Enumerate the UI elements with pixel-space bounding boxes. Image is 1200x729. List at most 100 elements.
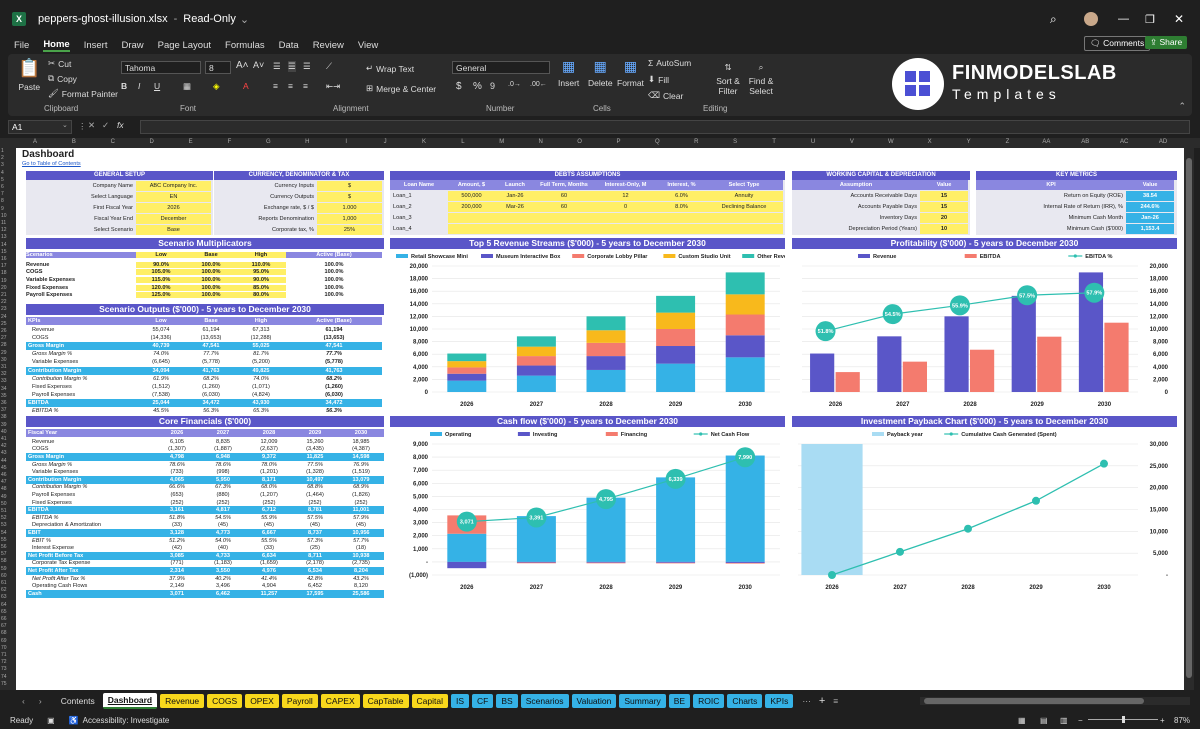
column-header[interactable]: L (444, 139, 482, 145)
column-header[interactable]: Y (950, 139, 988, 145)
column-header[interactable]: H (288, 139, 326, 145)
row-header[interactable]: 19 (1, 278, 15, 284)
column-header[interactable]: I (327, 139, 365, 145)
row-header[interactable]: 63 (1, 594, 15, 600)
minimize-icon[interactable]: — (1118, 13, 1129, 25)
row-header[interactable]: 13 (1, 234, 15, 240)
row-header[interactable]: 21 (1, 292, 15, 298)
data-cell[interactable] (658, 212, 705, 223)
fill-color-icon[interactable]: ◈ (213, 81, 220, 92)
row-header[interactable]: 68 (1, 630, 15, 636)
row-header[interactable]: 30 (1, 357, 15, 363)
font-size-select[interactable]: 8 (205, 61, 231, 74)
align-top-icon[interactable]: ☰ (273, 61, 281, 72)
column-header[interactable]: G (249, 139, 287, 145)
row-header[interactable]: 20 (1, 285, 15, 291)
data-cell[interactable] (705, 212, 783, 223)
row-header[interactable]: 48 (1, 486, 15, 492)
zoom-out-icon[interactable]: − (1078, 716, 1083, 725)
row-header[interactable]: 7 (1, 191, 15, 197)
data-cell[interactable] (705, 223, 783, 234)
merge-center-button[interactable]: ⊞ Merge & Center (366, 83, 436, 94)
sheet-list-icon[interactable]: ≡ (833, 696, 838, 706)
increase-font-icon[interactable]: A˄ (236, 60, 249, 71)
sheet-tab-scenarios[interactable]: Scenarios (520, 694, 569, 708)
row-header[interactable]: 36 (1, 400, 15, 406)
row-header[interactable]: 9 (1, 206, 15, 212)
row-header[interactable]: 42 (1, 443, 15, 449)
input-cell[interactable]: 25% (317, 224, 382, 235)
row-header[interactable]: 26 (1, 328, 15, 334)
row-header[interactable]: 37 (1, 407, 15, 413)
column-header[interactable]: AB (1066, 139, 1104, 145)
row-header[interactable]: 61 (1, 580, 15, 586)
row-header[interactable]: 4 (1, 170, 15, 176)
input-cell[interactable]: $ (317, 191, 382, 202)
sheet-tab-capex[interactable]: CAPEX (320, 694, 360, 708)
input-cell[interactable]: Base (136, 224, 211, 235)
row-header[interactable]: 24 (1, 314, 15, 320)
row-header[interactable]: 73 (1, 666, 15, 672)
zoom-slider[interactable] (1088, 716, 1158, 723)
accessibility-icon[interactable]: ♿ (69, 716, 79, 725)
data-cell[interactable] (495, 212, 535, 223)
row-header[interactable]: 58 (1, 558, 15, 564)
zoom-in-icon[interactable]: + (1160, 716, 1165, 725)
column-header[interactable]: T (755, 139, 793, 145)
more-tabs-icon[interactable]: ⋯ (802, 696, 811, 707)
sheet-tab-bs[interactable]: BS (496, 694, 518, 708)
menu-file[interactable]: File (14, 40, 29, 51)
row-header[interactable]: 57 (1, 551, 15, 557)
data-cell[interactable]: 60 (535, 201, 593, 212)
row-header[interactable]: 35 (1, 393, 15, 399)
row-header[interactable]: 27 (1, 335, 15, 341)
row-header[interactable]: 69 (1, 638, 15, 644)
row-header[interactable]: 54 (1, 530, 15, 536)
scroll-thumb[interactable] (1186, 158, 1192, 678)
row-header[interactable]: 8 (1, 198, 15, 204)
next-sheet-icon[interactable]: › (39, 696, 42, 706)
data-cell[interactable]: Declining Balance (705, 201, 783, 212)
input-cell[interactable]: EN (136, 191, 211, 202)
indent-icon[interactable]: ⇤⇥ (326, 81, 340, 92)
row-header[interactable]: 65 (1, 609, 15, 615)
menu-view[interactable]: View (358, 40, 378, 51)
row-header[interactable]: 64 (1, 602, 15, 608)
sheet-tab-opex[interactable]: OPEX (245, 694, 279, 708)
input-cell[interactable]: ABC Company Inc. (136, 180, 211, 191)
search-icon[interactable]: ⌕ (1050, 12, 1057, 27)
sheet-tab-is[interactable]: IS (451, 694, 470, 708)
name-box-dropdown-icon[interactable]: ⌄ (62, 121, 68, 129)
add-sheet-icon[interactable]: + (819, 695, 825, 707)
data-cell[interactable]: 95.0% (236, 269, 286, 276)
row-header[interactable]: 1 (1, 148, 15, 154)
data-cell[interactable] (658, 223, 705, 234)
data-cell[interactable]: 125.0% (136, 292, 186, 299)
collapse-ribbon-icon[interactable]: ⌃ (1178, 101, 1186, 112)
cancel-entry-icon[interactable]: ✕ (88, 120, 95, 131)
orientation-icon[interactable]: ⟋ (326, 61, 332, 72)
row-header[interactable]: 47 (1, 479, 15, 485)
row-header[interactable]: 70 (1, 645, 15, 651)
row-header[interactable]: 50 (1, 501, 15, 507)
row-header[interactable]: 55 (1, 537, 15, 543)
column-header[interactable]: C (94, 139, 132, 145)
horizontal-scroll-thumb[interactable] (924, 698, 1144, 704)
decrease-decimal-icon[interactable]: .00← (530, 81, 547, 88)
column-header[interactable]: B (55, 139, 93, 145)
column-header[interactable]: N (522, 139, 560, 145)
column-header[interactable]: AC (1105, 139, 1143, 145)
data-cell[interactable]: Mar-26 (495, 201, 535, 212)
normal-view-icon[interactable]: ▦ (1018, 716, 1026, 725)
row-header[interactable]: 51 (1, 508, 15, 514)
column-header[interactable]: Q (638, 139, 676, 145)
sheet-tab-revenue[interactable]: Revenue (160, 694, 205, 708)
row-header[interactable]: 17 (1, 263, 15, 269)
number-format-select[interactable]: General (452, 61, 550, 74)
data-cell[interactable]: 100.0% (186, 276, 236, 283)
sheet-tab-capital[interactable]: Capital (411, 694, 449, 708)
comma-icon[interactable]: 9 (490, 81, 495, 91)
horizontal-scrollbar[interactable] (920, 697, 1190, 705)
input-cell[interactable]: December (136, 213, 211, 224)
prev-sheet-icon[interactable]: ‹ (22, 696, 25, 706)
